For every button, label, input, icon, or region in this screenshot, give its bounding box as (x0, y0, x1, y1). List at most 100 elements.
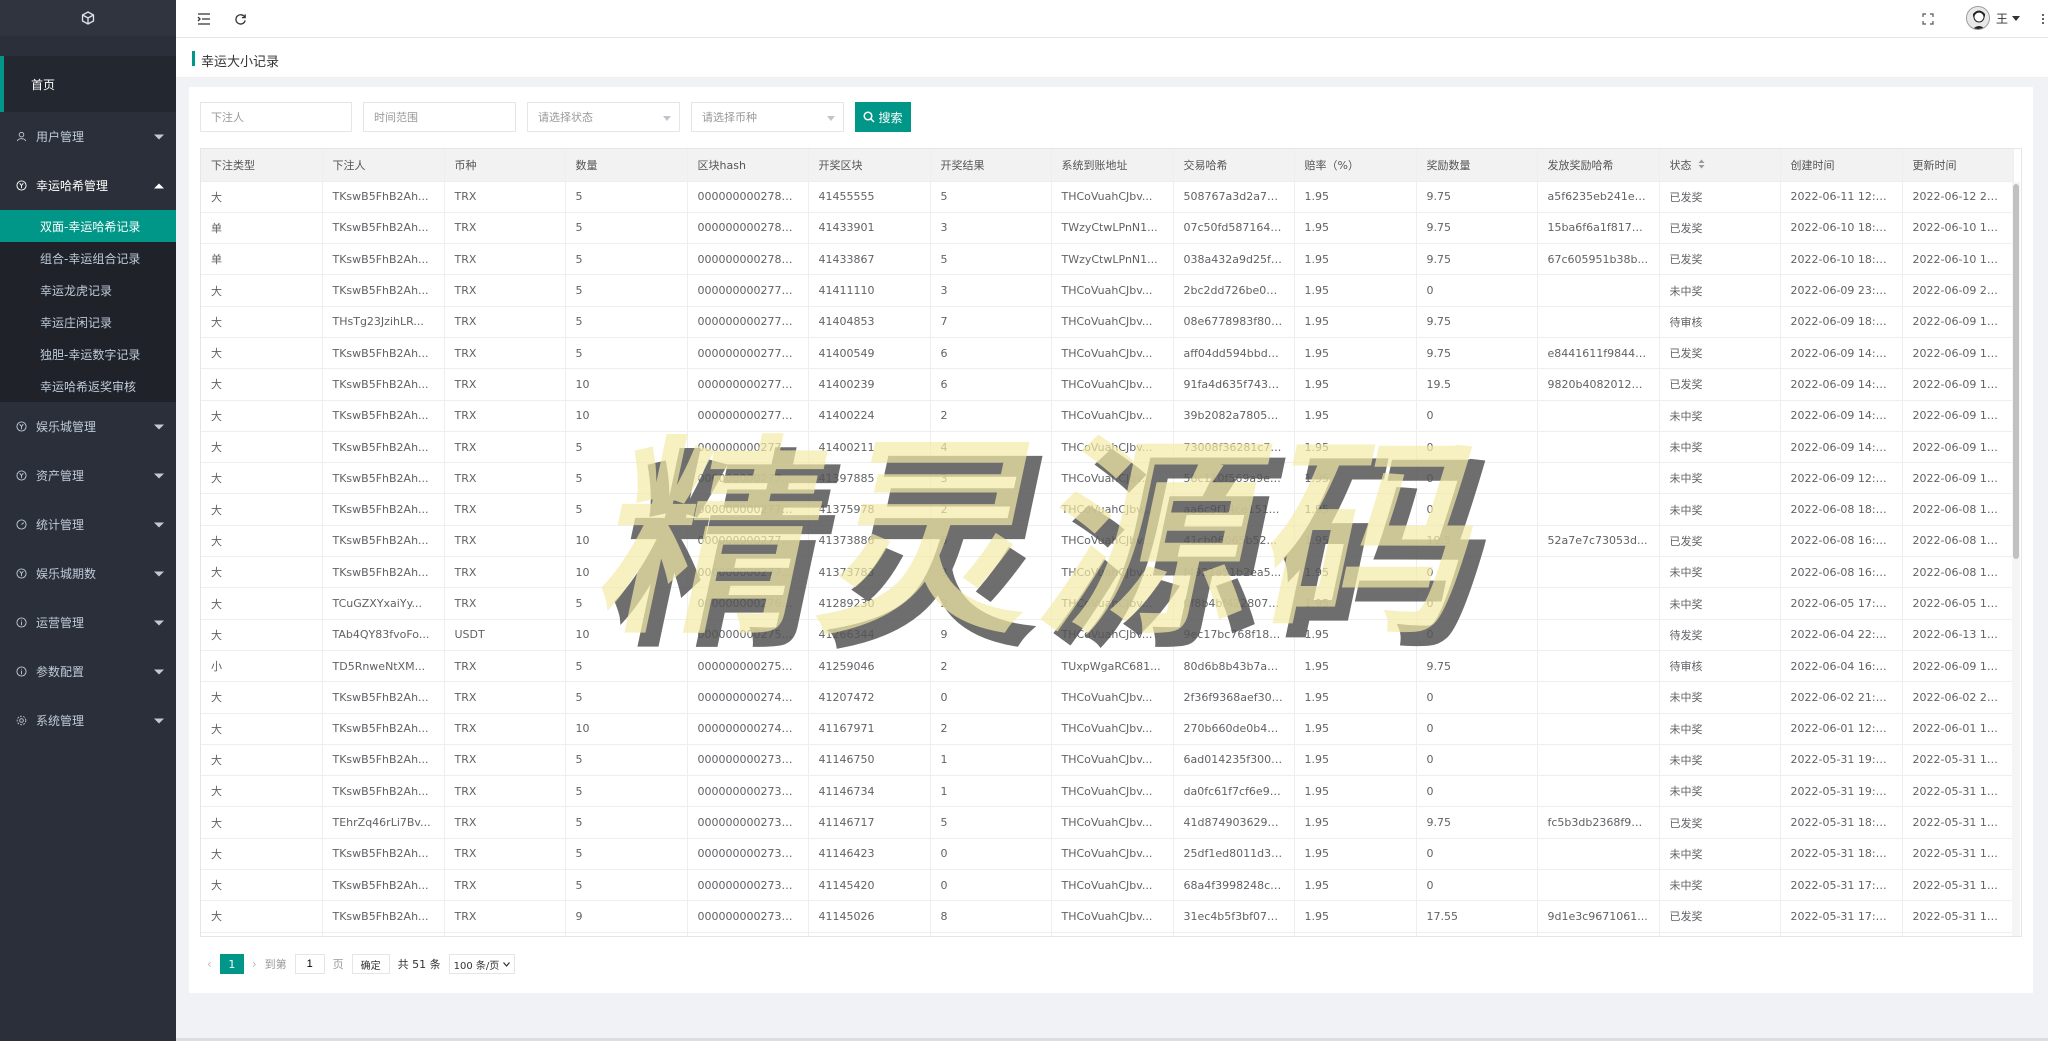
table-row[interactable]: 大 TKswB5FhB2Ah... TRX 10 0000000002775... 413… (201, 556, 2014, 589)
logo[interactable] (0, 0, 176, 36)
fullscreen-icon[interactable] (1919, 10, 1937, 28)
table-row[interactable]: 大 TAb4QY83fvoFo... USDT 10 000000000275a... 4… (201, 619, 2014, 651)
table-row[interactable]: 大 TEhrZq46rLi7Bv... TRX 5 000000000273d... 41… (201, 806, 2014, 839)
sidebar-item-user-management[interactable]: 用户管理 (0, 112, 176, 161)
table-row[interactable]: 大 TKswB5FhB2Ah... TRX 5 000000000273d... 4114… (201, 744, 2014, 777)
user-menu[interactable]: 王 (1965, 6, 2020, 30)
table-cell (1537, 713, 1660, 745)
sidebar-item-statistics[interactable]: 统计管理 (0, 500, 176, 549)
table-cell: 1.95 (1294, 337, 1417, 370)
sidebar-item-parameters[interactable]: 参数配置 (0, 647, 176, 696)
table-row[interactable]: 大 TKswB5FhB2Ah... TRX 5 000000000273d... 4114… (201, 838, 2014, 871)
table-row[interactable]: 大 TKswB5FhB2Ah... TRX 5 000000000277e... 4141… (201, 274, 2014, 307)
sidebar-item-casino-management[interactable]: 娱乐城管理 (0, 402, 176, 451)
table-row[interactable]: 大 TKswB5FhB2Ah... TRX 10 000000000277b... 414… (201, 400, 2014, 432)
table-cell: 2022-06-08 18:1... (1780, 493, 1903, 526)
column-header[interactable]: 状态 (1659, 149, 1781, 182)
table-cell: 2022-05-31 19:00... (1902, 775, 2014, 808)
table-cell: 41400549 (808, 337, 931, 370)
status-select[interactable]: 请选择状态 (527, 102, 680, 132)
table-row[interactable]: 大 TKswB5FhB2Ah... TRX 10 0000000002742... 411… (201, 713, 2014, 745)
table-row[interactable]: 小 TD5RnweNtXM... TRX 5 0000000002759... 41259… (201, 650, 2014, 683)
table-cell (1537, 650, 1660, 683)
records-table: 下注类型 下注人 币种 数量 区块hash 开奖区块 开奖结果 系统到账地址 交易哈希 赔率（%）… (200, 148, 2022, 937)
table-cell: TWzyCtwLPnN1... (1051, 212, 1174, 245)
table-cell: 2022-05-31 18:5... (1780, 806, 1903, 839)
page-unit-label: 页 (332, 958, 344, 971)
table-cell: 未中奖 (1659, 400, 1781, 432)
table-cell: TRX (444, 869, 566, 902)
table-cell: 3 (930, 556, 1052, 589)
table-cell: TKswB5FhB2Ah... (322, 681, 445, 714)
submenu-item-single-number[interactable]: 独胆-幸运数字记录 (0, 338, 176, 370)
next-page-icon[interactable]: › (252, 957, 257, 971)
sidebar-item-asset-management[interactable]: 资产管理 (0, 451, 176, 500)
table-cell: THCoVuahCJbv... (1051, 337, 1174, 370)
submenu-item-double-hash[interactable]: 双面-幸运哈希记录 (0, 210, 176, 242)
table-cell: 7 (930, 306, 1052, 338)
cube-icon (81, 11, 95, 25)
coin-select[interactable]: 请选择币种 (691, 102, 844, 132)
table-cell: 1.95 (1294, 838, 1417, 871)
chevron-down-icon (154, 134, 164, 139)
table-row[interactable]: 大 TKswB5FhB2Ah... TRX 9 000000000273d... 4114… (201, 900, 2014, 933)
goto-page-input[interactable] (294, 954, 325, 974)
period-icon (14, 567, 28, 581)
table-row[interactable]: 大 TKswB5FhB2Ah... TRX 5 000000000277b... 4140… (201, 431, 2014, 464)
sidebar-item-home[interactable]: 首页 (0, 56, 176, 112)
table-cell: TKswB5FhB2Ah... (322, 462, 445, 495)
table-cell: 0000000002783... (687, 212, 809, 245)
submenu-item-banker-player[interactable]: 幸运庄闲记录 (0, 306, 176, 338)
table-cell: 2022-06-01 12:42... (1902, 713, 2014, 745)
table-row[interactable]: 大 TKswB5FhB2Ah... TRX 5 000000000273d... 4114… (201, 869, 2014, 902)
scrollbar-thumb[interactable] (2013, 184, 2019, 559)
table-row[interactable]: 大 TKswB5FhB2Ah... TRX 5 000000000273d... 4114… (201, 775, 2014, 808)
table-row[interactable]: 大 TKswB5FhB2Ah... TRX 5 000000000274c... 4120… (201, 681, 2014, 714)
table-cell: 41145420 (808, 869, 931, 902)
table-cell: 1.95 (1294, 587, 1417, 620)
table-row[interactable]: 大 TKswB5FhB2Ah... TRX 10 000000000277b... 414… (201, 368, 2014, 401)
bettor-input[interactable] (200, 102, 352, 132)
table-cell: TRX (444, 337, 566, 370)
submenu-item-dragon-tiger[interactable]: 幸运龙虎记录 (0, 274, 176, 306)
sidebar-item-hash-management[interactable]: 幸运哈希管理 (0, 161, 176, 210)
table-cell: 3 (930, 212, 1052, 245)
sidebar-item-casino-periods[interactable]: 娱乐城期数 (0, 549, 176, 598)
table-cell: 2022-05-31 17:5... (1780, 869, 1903, 902)
submenu-item-reward-review[interactable]: 幸运哈希返奖审核 (0, 370, 176, 402)
page-number-current[interactable]: 1 (219, 954, 244, 974)
vertical-scrollbar[interactable] (2012, 182, 2020, 936)
table-cell: TRX (444, 932, 566, 936)
table-cell: 9 (565, 900, 688, 933)
sidebar-item-system[interactable]: 系统管理 (0, 696, 176, 745)
menu-fold-icon[interactable] (195, 10, 213, 28)
sidebar-item-operations[interactable]: 运营管理 (0, 598, 176, 647)
submenu-item-combo[interactable]: 组合-幸运组合记录 (0, 242, 176, 274)
table-row[interactable]: 单 TKswB5FhB2Ah... TRX 5 0000000002783... 4143… (201, 243, 2014, 276)
table-row[interactable]: 单 TKswB5FhB2Ah... TRX 5 0000000002783... 4143… (201, 212, 2014, 245)
page-title: 幸运大小记录 (201, 55, 280, 70)
table-row[interactable]: 大 TKswB5FhB2Ah... TRX 5 0000000002788f... 414… (201, 181, 2014, 213)
table-row[interactable]: 大 TKswB5FhB2Ah... TRX 5 000000000277a... 4139… (201, 462, 2014, 495)
table-row[interactable]: 大 TCuGZXYxaiYy... TRX 5 0000000002760... 4128… (201, 587, 2014, 620)
table-cell: THCoVuahCJbv... (1051, 493, 1174, 526)
table-row[interactable]: 大TKswB5FhB2Ah...TRX6000000000273d...4114… (201, 932, 2014, 936)
goto-confirm-button[interactable]: 确定 (351, 954, 390, 974)
table-cell: 487f063fe2e64b... (1173, 932, 1295, 936)
table-row[interactable]: 大 THsTg23JzihLR... TRX 5 000000000277c... 414… (201, 306, 2014, 338)
sort-icon[interactable] (1698, 159, 1705, 169)
table-cell: 9.75 (1416, 650, 1538, 683)
table-row[interactable]: 大 TKswB5FhB2Ah... TRX 5 000000000277b... 4140… (201, 337, 2014, 370)
more-vertical-icon[interactable] (2038, 10, 2048, 28)
table-row[interactable]: 大 TKswB5FhB2Ah... TRX 10 0000000002775... 413… (201, 525, 2014, 558)
table-cell: 5 (565, 337, 688, 370)
prev-page-icon[interactable]: ‹ (207, 957, 212, 971)
total-count: 共 51 条 (397, 958, 441, 971)
page-size-select[interactable]: 100 条/页 (448, 954, 516, 974)
search-button[interactable]: 搜索 (855, 102, 911, 132)
table-cell: 5 (565, 181, 688, 213)
gear-icon (14, 714, 28, 728)
table-row[interactable]: 大 TKswB5FhB2Ah... TRX 5 0000000002775... 4137… (201, 493, 2014, 526)
refresh-icon[interactable] (231, 10, 249, 28)
time-range-input[interactable] (363, 102, 516, 132)
